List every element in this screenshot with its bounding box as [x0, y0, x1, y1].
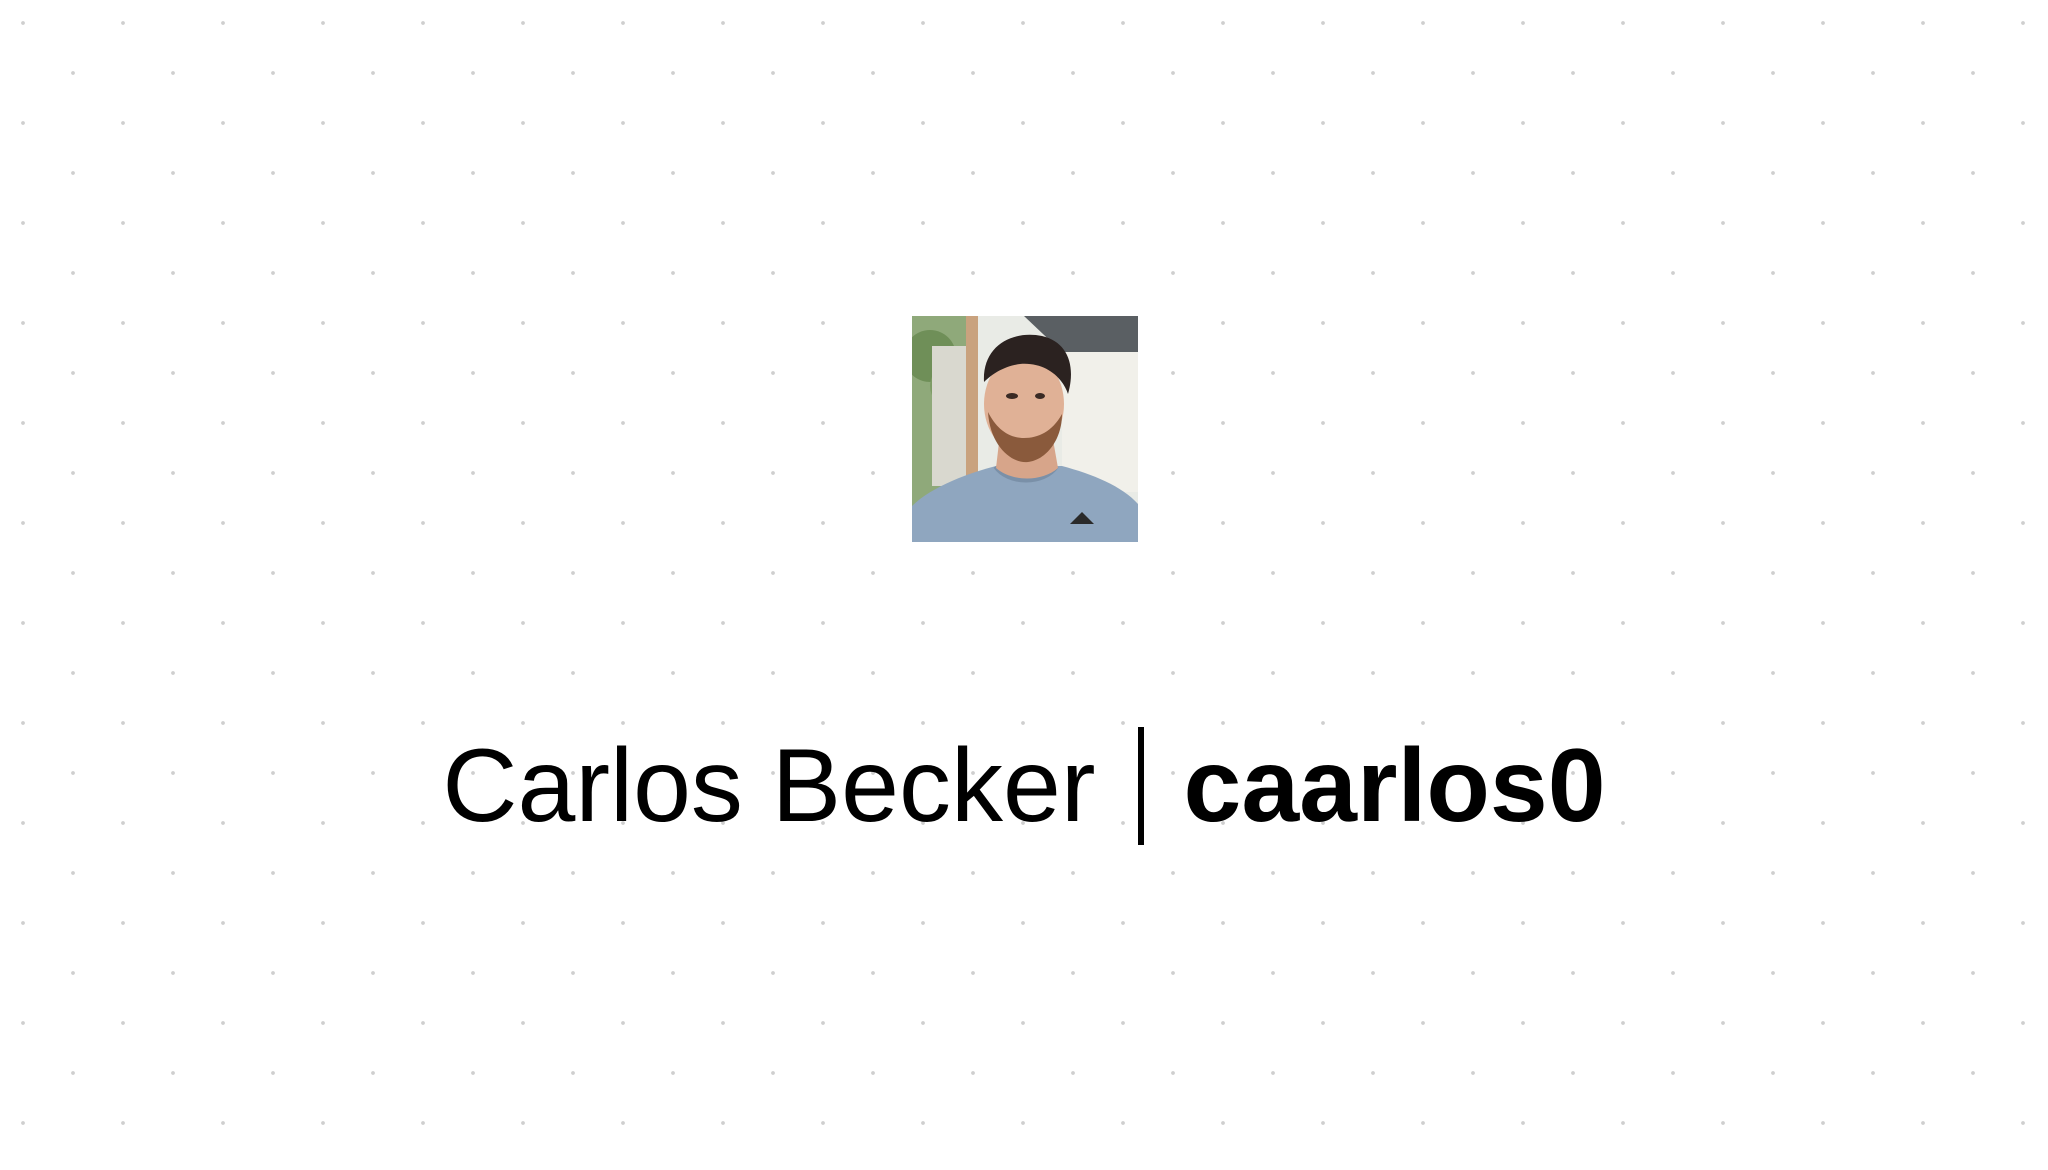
full-name: Carlos Becker: [442, 728, 1096, 844]
avatar: [912, 316, 1138, 542]
separator: [1137, 727, 1144, 845]
username: caarlos0: [1183, 728, 1606, 844]
title-row: Carlos Becker caarlos0: [0, 716, 2048, 856]
user-avatar-photo-icon: [912, 316, 1138, 542]
social-preview-card: Carlos Becker caarlos0: [0, 0, 2048, 1170]
